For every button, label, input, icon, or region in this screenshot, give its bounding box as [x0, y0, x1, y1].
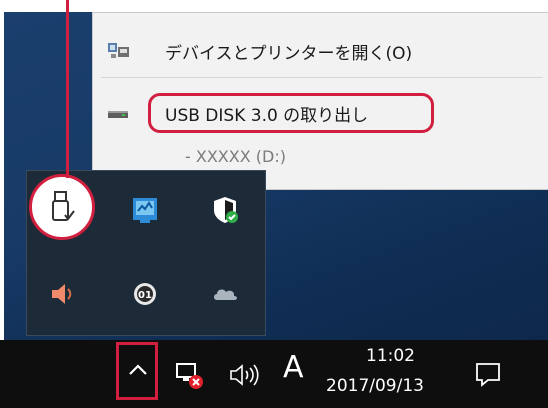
menu-separator — [101, 77, 543, 78]
clock-time[interactable]: 11:02 — [366, 346, 415, 366]
callout-line — [66, 0, 69, 178]
devices-printers-icon — [107, 39, 131, 61]
show-hidden-icons-button[interactable] — [116, 342, 158, 400]
drive-icon — [107, 101, 131, 123]
u1-badge-icon[interactable]: 01 — [125, 274, 165, 314]
menu-item-label: USB DISK 3.0 の取り出し — [165, 106, 369, 126]
svg-text:01: 01 — [138, 290, 152, 301]
taskbar: A 11:02 2017/09/13 — [0, 340, 548, 408]
drive-letter-label: - XXXXX (D:) — [185, 147, 286, 166]
usb-context-menu: デバイスとプリンターを開く(O) USB DISK 3.0 の取り出し - XX… — [92, 12, 548, 190]
onedrive-cloud-icon[interactable] — [205, 274, 245, 314]
menu-item-open-devices[interactable]: デバイスとプリンターを開く(O) — [93, 29, 548, 73]
top-margin — [0, 0, 548, 12]
ime-mode-indicator[interactable]: A — [283, 350, 304, 385]
volume-icon[interactable] — [228, 362, 262, 392]
speaker-icon[interactable] — [42, 274, 82, 314]
chevron-up-icon — [127, 359, 149, 385]
network-disconnected-icon[interactable] — [174, 360, 204, 394]
usb-drive-icon[interactable] — [42, 187, 82, 227]
clock-date[interactable]: 2017/09/13 — [326, 376, 424, 396]
network-monitor-icon[interactable] — [125, 190, 165, 230]
action-center-icon[interactable] — [474, 360, 502, 392]
menu-item-eject-usb[interactable]: USB DISK 3.0 の取り出し — [93, 91, 548, 135]
menu-item-label: デバイスとプリンターを開く(O) — [165, 44, 413, 64]
security-shield-icon[interactable] — [205, 190, 245, 230]
